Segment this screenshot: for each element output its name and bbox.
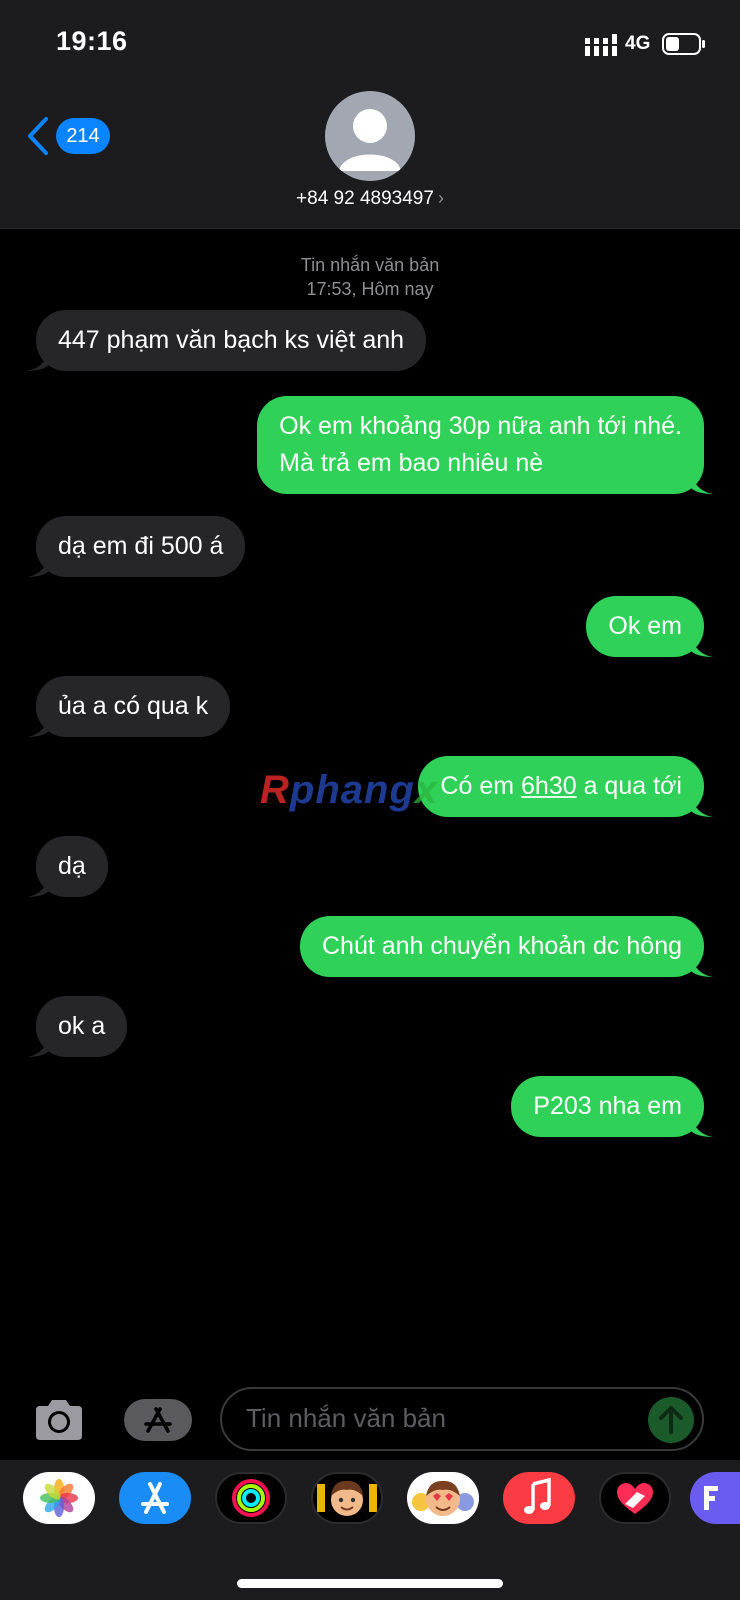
person-icon bbox=[339, 109, 401, 171]
status-time: 19:16 bbox=[56, 26, 128, 56]
memoji-icon bbox=[317, 1480, 377, 1516]
message-type-label: Tin nhắn văn bản bbox=[300, 255, 440, 275]
app-store-app[interactable] bbox=[119, 1472, 191, 1524]
music-icon bbox=[524, 1477, 551, 1514]
bubble-tail bbox=[27, 555, 49, 577]
battery-icon bbox=[662, 33, 705, 55]
back-button[interactable]: 214 bbox=[26, 114, 116, 158]
message-time-label: 17:53, Hôm nay bbox=[306, 279, 434, 299]
chevron-right-icon: › bbox=[437, 188, 444, 208]
signal-icon bbox=[585, 34, 617, 56]
chevron-left-icon bbox=[28, 117, 48, 155]
message-input[interactable]: Tin nhắn văn bản bbox=[220, 1387, 704, 1451]
watermark-logo: Rphangx bbox=[260, 768, 439, 812]
contact-avatar[interactable] bbox=[325, 91, 415, 181]
message-text: Chút anh chuyển khoản dc hông bbox=[322, 932, 682, 960]
network-type: 4G bbox=[625, 33, 651, 54]
animoji-app[interactable] bbox=[407, 1472, 479, 1524]
activity-app[interactable] bbox=[215, 1472, 287, 1524]
bubble-tail bbox=[27, 1035, 49, 1057]
bubble-tail bbox=[27, 875, 49, 897]
contact-name-button[interactable]: +84 92 4893497 › bbox=[0, 188, 740, 210]
more-app-icon bbox=[704, 1486, 718, 1510]
bubble-tail bbox=[691, 472, 713, 494]
app-store-button[interactable] bbox=[124, 1399, 192, 1441]
outgoing-message[interactable]: Ok em khoảng 30p nữa anh tới nhé. Mà trả… bbox=[257, 396, 713, 494]
outgoing-message[interactable]: Chút anh chuyển khoản dc hông bbox=[300, 916, 713, 977]
activity-icon bbox=[232, 1479, 270, 1517]
time-link[interactable]: 6h30 bbox=[521, 772, 577, 800]
more-app[interactable] bbox=[690, 1472, 740, 1524]
app-store-icon bbox=[141, 1482, 169, 1514]
photos-icon bbox=[40, 1479, 78, 1517]
message-text: ủa a có qua k bbox=[58, 692, 209, 720]
animoji-icon bbox=[412, 1480, 474, 1516]
photos-app[interactable] bbox=[23, 1472, 95, 1524]
bubble-tail bbox=[691, 795, 713, 817]
incoming-message[interactable]: dạ bbox=[27, 836, 108, 897]
message-text-part: Có em bbox=[440, 772, 522, 800]
message-text: dạ bbox=[58, 852, 86, 880]
unread-count-badge: 214 bbox=[56, 118, 110, 154]
bubble-tail bbox=[27, 349, 49, 371]
bubble-tail bbox=[691, 955, 713, 977]
message-text-part: a qua tới bbox=[576, 772, 682, 800]
message-text: Ok em bbox=[608, 612, 682, 640]
message-text: Ok em khoảng 30p nữa anh tới nhé. bbox=[279, 412, 682, 440]
home-indicator[interactable] bbox=[237, 1579, 503, 1588]
digital-touch-icon bbox=[617, 1483, 653, 1514]
incoming-message[interactable]: dạ em đi 500 á bbox=[27, 516, 246, 577]
outgoing-message[interactable]: P203 nha em bbox=[511, 1076, 713, 1137]
digital-touch-app[interactable] bbox=[599, 1472, 671, 1524]
outgoing-message[interactable]: Có em 6h30 a qua tới bbox=[418, 756, 713, 817]
app-store-glyph-icon bbox=[144, 1407, 172, 1433]
memoji-app[interactable] bbox=[311, 1472, 383, 1524]
message-text: 447 phạm văn bạch ks việt anh bbox=[58, 326, 405, 354]
incoming-message[interactable]: 447 phạm văn bạch ks việt anh bbox=[27, 310, 427, 371]
arrow-up-icon bbox=[659, 1406, 683, 1434]
message-text: P203 nha em bbox=[533, 1092, 682, 1120]
input-placeholder: Tin nhắn văn bản bbox=[246, 1403, 446, 1433]
message-text: ok a bbox=[58, 1012, 106, 1040]
send-button[interactable] bbox=[648, 1397, 694, 1443]
message-text: Mà trả em bao nhiêu nè bbox=[279, 449, 544, 477]
bubble-tail bbox=[691, 1115, 713, 1137]
incoming-message[interactable]: ok a bbox=[27, 996, 128, 1057]
incoming-message[interactable]: ủa a có qua k bbox=[27, 676, 231, 737]
outgoing-message[interactable]: Ok em bbox=[586, 596, 713, 657]
contact-number: +84 92 4893497 bbox=[296, 188, 434, 209]
message-text: Có em 6h30 a qua tới bbox=[440, 768, 682, 805]
bubble-tail bbox=[691, 635, 713, 657]
bubble-tail bbox=[27, 715, 49, 737]
music-app[interactable] bbox=[503, 1472, 575, 1524]
conversation-timestamp: Tin nhắn văn bản 17:53, Hôm nay bbox=[0, 253, 740, 301]
camera-icon[interactable] bbox=[32, 1398, 86, 1442]
message-text: dạ em đi 500 á bbox=[58, 532, 224, 560]
